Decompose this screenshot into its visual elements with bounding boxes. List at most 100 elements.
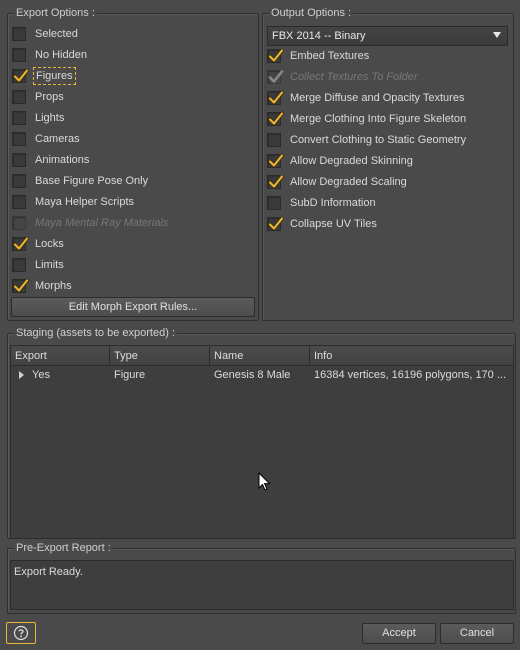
checkbox-label: Props xyxy=(35,91,64,103)
staging-table-header: Export Type Name Info xyxy=(11,346,513,366)
checkbox-label: Morphs xyxy=(35,280,72,292)
checkbox-label: Figures xyxy=(33,67,76,85)
checkbox-label: Collect Textures To Folder xyxy=(290,71,418,83)
checkbox[interactable] xyxy=(267,111,284,126)
checkbox-label: Merge Clothing Into Figure Skeleton xyxy=(290,113,467,125)
staging-group: Staging (assets to be exported) : Export… xyxy=(7,326,516,539)
checkbox[interactable] xyxy=(267,90,284,105)
checkbox-label: Lights xyxy=(35,112,65,124)
output-option-allow-degraded-scaling[interactable]: Allow Degraded Scaling xyxy=(267,173,409,191)
checkbox[interactable] xyxy=(12,27,26,41)
help-button[interactable] xyxy=(6,622,36,644)
checkbox[interactable] xyxy=(12,258,26,272)
checkbox-label: Merge Diffuse and Opacity Textures xyxy=(290,92,465,104)
checkbox[interactable] xyxy=(267,48,284,63)
export-option-figures[interactable]: Figures xyxy=(12,67,76,85)
expand-arrow-icon[interactable] xyxy=(19,371,24,380)
checkmark-icon xyxy=(268,69,284,84)
export-option-lights[interactable]: Lights xyxy=(12,109,66,127)
cell-name: Genesis 8 Male xyxy=(214,369,291,381)
output-option-merge-diffuse-and-opacity-textures[interactable]: Merge Diffuse and Opacity Textures xyxy=(267,89,466,107)
export-options-title: Export Options : xyxy=(14,6,97,20)
cell-type: Figure xyxy=(114,369,146,381)
checkmark-icon xyxy=(268,216,284,231)
checkbox-label: Convert Clothing to Static Geometry xyxy=(290,134,467,146)
cell-export-value: Yes xyxy=(32,369,50,381)
column-header-type[interactable]: Type xyxy=(110,346,210,365)
checkbox[interactable] xyxy=(267,174,284,189)
checkmark-icon xyxy=(268,90,284,105)
checkbox xyxy=(12,216,26,230)
cancel-button[interactable]: Cancel xyxy=(440,623,514,644)
column-header-export[interactable]: Export xyxy=(11,346,110,365)
checkbox[interactable] xyxy=(267,153,284,168)
checkbox-label: Animations xyxy=(35,154,90,166)
checkbox xyxy=(267,69,284,84)
checkbox[interactable] xyxy=(12,195,26,209)
table-row[interactable]: Yes Figure Genesis 8 Male 16384 vertices… xyxy=(11,366,513,385)
export-option-maya-helper-scripts[interactable]: Maya Helper Scripts xyxy=(12,193,136,211)
pre-export-report-text: Export Ready. xyxy=(10,560,514,610)
output-options-group: Output Options : FBX 2014 -- Binary Embe… xyxy=(262,6,514,321)
checkbox-label: Embed Textures xyxy=(290,50,370,62)
export-option-limits[interactable]: Limits xyxy=(12,256,66,274)
export-options-group: Export Options : Selected No Hidden Figure… xyxy=(7,6,259,321)
checkbox-label: Base Figure Pose Only xyxy=(35,175,149,187)
checkbox[interactable] xyxy=(12,174,26,188)
checkmark-icon xyxy=(268,174,284,189)
checkbox-label: No Hidden xyxy=(35,49,87,61)
checkmark-icon xyxy=(13,278,29,293)
checkmark-icon xyxy=(268,153,284,168)
edit-morph-export-rules-button[interactable]: Edit Morph Export Rules... xyxy=(11,297,255,317)
output-option-embed-textures[interactable]: Embed Textures xyxy=(267,47,371,65)
export-option-morphs[interactable]: Morphs xyxy=(12,277,74,295)
output-option-collapse-uv-tiles[interactable]: Collapse UV Tiles xyxy=(267,215,379,233)
checkbox[interactable] xyxy=(12,132,26,146)
export-option-selected[interactable]: Selected xyxy=(12,25,80,43)
export-option-animations[interactable]: Animations xyxy=(12,151,91,169)
checkbox[interactable] xyxy=(12,90,26,104)
output-option-merge-clothing-into-figure-skeleton[interactable]: Merge Clothing Into Figure Skeleton xyxy=(267,110,468,128)
checkbox[interactable] xyxy=(12,48,26,62)
checkbox[interactable] xyxy=(267,196,281,210)
output-option-allow-degraded-skinning[interactable]: Allow Degraded Skinning xyxy=(267,152,415,170)
export-option-props[interactable]: Props xyxy=(12,88,66,106)
checkbox[interactable] xyxy=(12,68,29,83)
checkbox[interactable] xyxy=(267,216,284,231)
export-option-maya-mental-ray-materials: Maya Mental Ray Materials xyxy=(12,214,170,232)
checkmark-icon xyxy=(268,111,284,126)
checkbox[interactable] xyxy=(267,133,281,147)
output-option-subd-information[interactable]: SubD Information xyxy=(267,194,378,212)
staging-title: Staging (assets to be exported) : xyxy=(14,326,177,340)
export-option-no-hidden[interactable]: No Hidden xyxy=(12,46,89,64)
checkbox-label: Limits xyxy=(35,259,64,271)
output-options-title: Output Options : xyxy=(269,6,354,20)
checkbox[interactable] xyxy=(12,111,26,125)
export-option-base-figure-pose-only[interactable]: Base Figure Pose Only xyxy=(12,172,150,190)
mouse-cursor-icon xyxy=(258,472,271,491)
checkbox-label: Collapse UV Tiles xyxy=(290,218,377,230)
checkbox-label: Allow Degraded Skinning xyxy=(290,155,413,167)
checkbox-label: Locks xyxy=(35,238,64,250)
checkbox-label: Maya Helper Scripts xyxy=(35,196,135,208)
checkbox-label: Selected xyxy=(35,28,78,40)
checkbox-label: Cameras xyxy=(35,133,80,145)
column-header-name[interactable]: Name xyxy=(210,346,310,365)
format-dropdown-value: FBX 2014 -- Binary xyxy=(272,30,366,42)
question-circle-icon xyxy=(13,625,29,641)
chevron-down-icon xyxy=(493,32,501,38)
checkbox[interactable] xyxy=(12,236,29,251)
checkbox-label: Allow Degraded Scaling xyxy=(290,176,407,188)
checkmark-icon xyxy=(13,236,29,251)
column-header-info[interactable]: Info xyxy=(310,346,513,365)
output-option-convert-clothing-to-static-geometry[interactable]: Convert Clothing to Static Geometry xyxy=(267,131,468,149)
pre-export-report-title: Pre-Export Report : xyxy=(14,541,113,555)
accept-button[interactable]: Accept xyxy=(362,623,436,644)
checkbox[interactable] xyxy=(12,153,26,167)
checkmark-icon xyxy=(268,48,284,63)
export-option-locks[interactable]: Locks xyxy=(12,235,66,253)
output-option-collect-textures-to-folder: Collect Textures To Folder xyxy=(267,68,420,86)
export-option-cameras[interactable]: Cameras xyxy=(12,130,82,148)
format-dropdown[interactable]: FBX 2014 -- Binary xyxy=(267,26,508,46)
checkbox[interactable] xyxy=(12,278,29,293)
